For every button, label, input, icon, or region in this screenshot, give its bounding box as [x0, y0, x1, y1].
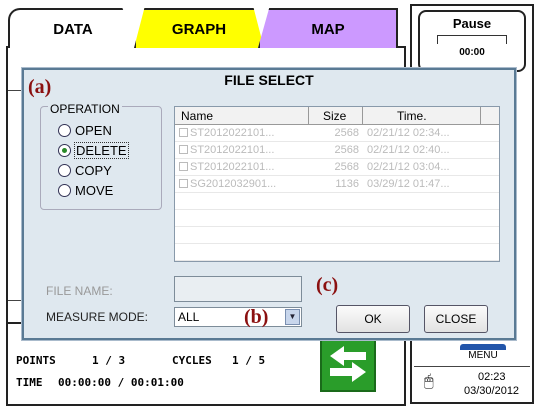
swap-arrows-button[interactable] — [320, 336, 376, 392]
radio-move-label: MOVE — [75, 182, 114, 198]
tab-data[interactable]: DATA — [8, 8, 138, 48]
file-select-dialog: FILE SELECT (a) OPERATION OPEN DELETE CO… — [22, 68, 516, 340]
file-name: SG2012032901... — [190, 178, 277, 190]
clock-time: 02:23 — [478, 371, 506, 383]
radio-icon — [58, 163, 71, 177]
table-row[interactable]: ST2012022101... 2568 02/21/12 02:34... — [175, 125, 499, 142]
annotation-c: (c) — [316, 274, 339, 296]
file-name: ST2012022101... — [190, 161, 275, 173]
table-row[interactable]: ST2012022101... 2568 02/21/12 02:40... — [175, 142, 499, 159]
column-name[interactable]: Name — [175, 107, 309, 124]
annotation-b: (b) — [244, 306, 269, 328]
column-size[interactable]: Size — [309, 107, 363, 124]
file-size: 2568 — [334, 127, 359, 139]
radio-delete-label: DELETE — [74, 141, 129, 159]
cycles-value: 1 / 5 — [232, 354, 266, 367]
table-row[interactable]: ST2012022101... 2568 02/21/12 03:04... — [175, 159, 499, 176]
file-name-label: FILE NAME: — [46, 284, 113, 298]
empty-row — [175, 193, 499, 210]
file-list[interactable]: Name Size Time. ST2012022101... 2568 02/… — [174, 106, 500, 262]
empty-row — [175, 210, 499, 227]
tab-graph[interactable]: GRAPH — [134, 8, 264, 48]
checkbox-icon[interactable] — [179, 162, 188, 171]
file-name: ST2012022101... — [190, 127, 275, 139]
dialog-title: FILE SELECT — [224, 72, 314, 88]
checkbox-icon[interactable] — [179, 179, 188, 188]
ok-button[interactable]: OK — [336, 305, 410, 333]
radio-icon — [58, 183, 71, 197]
checkbox-icon[interactable] — [179, 145, 188, 154]
measure-mode-select[interactable]: ALL ▼ — [174, 307, 302, 327]
radio-open[interactable]: OPEN — [58, 120, 112, 140]
clock-date: 03/30/2012 — [464, 385, 520, 397]
points-value: 1 / 3 — [92, 354, 126, 367]
radio-copy-label: COPY — [75, 162, 112, 178]
file-size: 1136 — [335, 178, 359, 190]
time-label: TIME — [16, 376, 43, 389]
file-name-input[interactable] — [174, 276, 302, 302]
file-time: 02/21/12 03:04... — [367, 161, 450, 173]
measure-mode-value: ALL — [178, 310, 200, 324]
pause-button[interactable]: Pause 00:00 — [418, 10, 526, 72]
file-time: 02/21/12 02:40... — [367, 144, 450, 156]
tab-data-label: DATA — [53, 20, 93, 38]
close-button[interactable]: CLOSE — [424, 305, 488, 333]
measure-mode-label: MEASURE MODE: — [46, 310, 149, 324]
file-time: 03/29/12 01:47... — [367, 178, 450, 190]
file-size: 2568 — [334, 144, 359, 156]
tab-graph-label: GRAPH — [171, 20, 227, 38]
column-time[interactable]: Time. — [363, 107, 481, 124]
empty-row — [175, 244, 499, 261]
mouse-icon: 🖱 — [424, 373, 434, 390]
annotation-a: (a) — [28, 76, 52, 98]
chevron-down-icon[interactable]: ▼ — [285, 309, 300, 325]
swap-arrows-icon — [330, 346, 366, 382]
pause-bar — [437, 35, 507, 44]
file-size: 2568 — [334, 161, 359, 173]
menu-button[interactable]: MENU — [454, 344, 512, 364]
tab-map-label: MAP — [311, 20, 345, 38]
radio-open-label: OPEN — [75, 122, 112, 138]
radio-selected-icon — [58, 143, 71, 157]
column-spacer — [481, 107, 499, 124]
operation-legend: OPERATION — [48, 102, 122, 116]
clock-area: 🖱 02:23 03/30/2012 — [414, 366, 530, 402]
radio-move[interactable]: MOVE — [58, 180, 113, 200]
time-value: 00:00:00 / 00:01:00 — [58, 376, 184, 389]
radio-delete[interactable]: DELETE — [58, 140, 129, 160]
empty-row — [175, 227, 499, 244]
file-name: ST2012022101... — [190, 144, 275, 156]
checkbox-icon[interactable] — [179, 128, 188, 137]
table-row[interactable]: SG2012032901... 1136 03/29/12 01:47... — [175, 176, 499, 193]
file-list-header: Name Size Time. — [175, 107, 499, 125]
points-label: POINTS — [16, 354, 56, 367]
radio-icon — [58, 123, 71, 137]
pause-timer: 00:00 — [459, 47, 485, 58]
radio-copy[interactable]: COPY — [58, 160, 112, 180]
tab-map[interactable]: MAP — [258, 8, 398, 48]
pause-label: Pause — [452, 16, 492, 31]
cycles-label: CYCLES — [172, 354, 212, 367]
file-time: 02/21/12 02:34... — [367, 127, 450, 139]
menu-label: MENU — [468, 350, 498, 361]
